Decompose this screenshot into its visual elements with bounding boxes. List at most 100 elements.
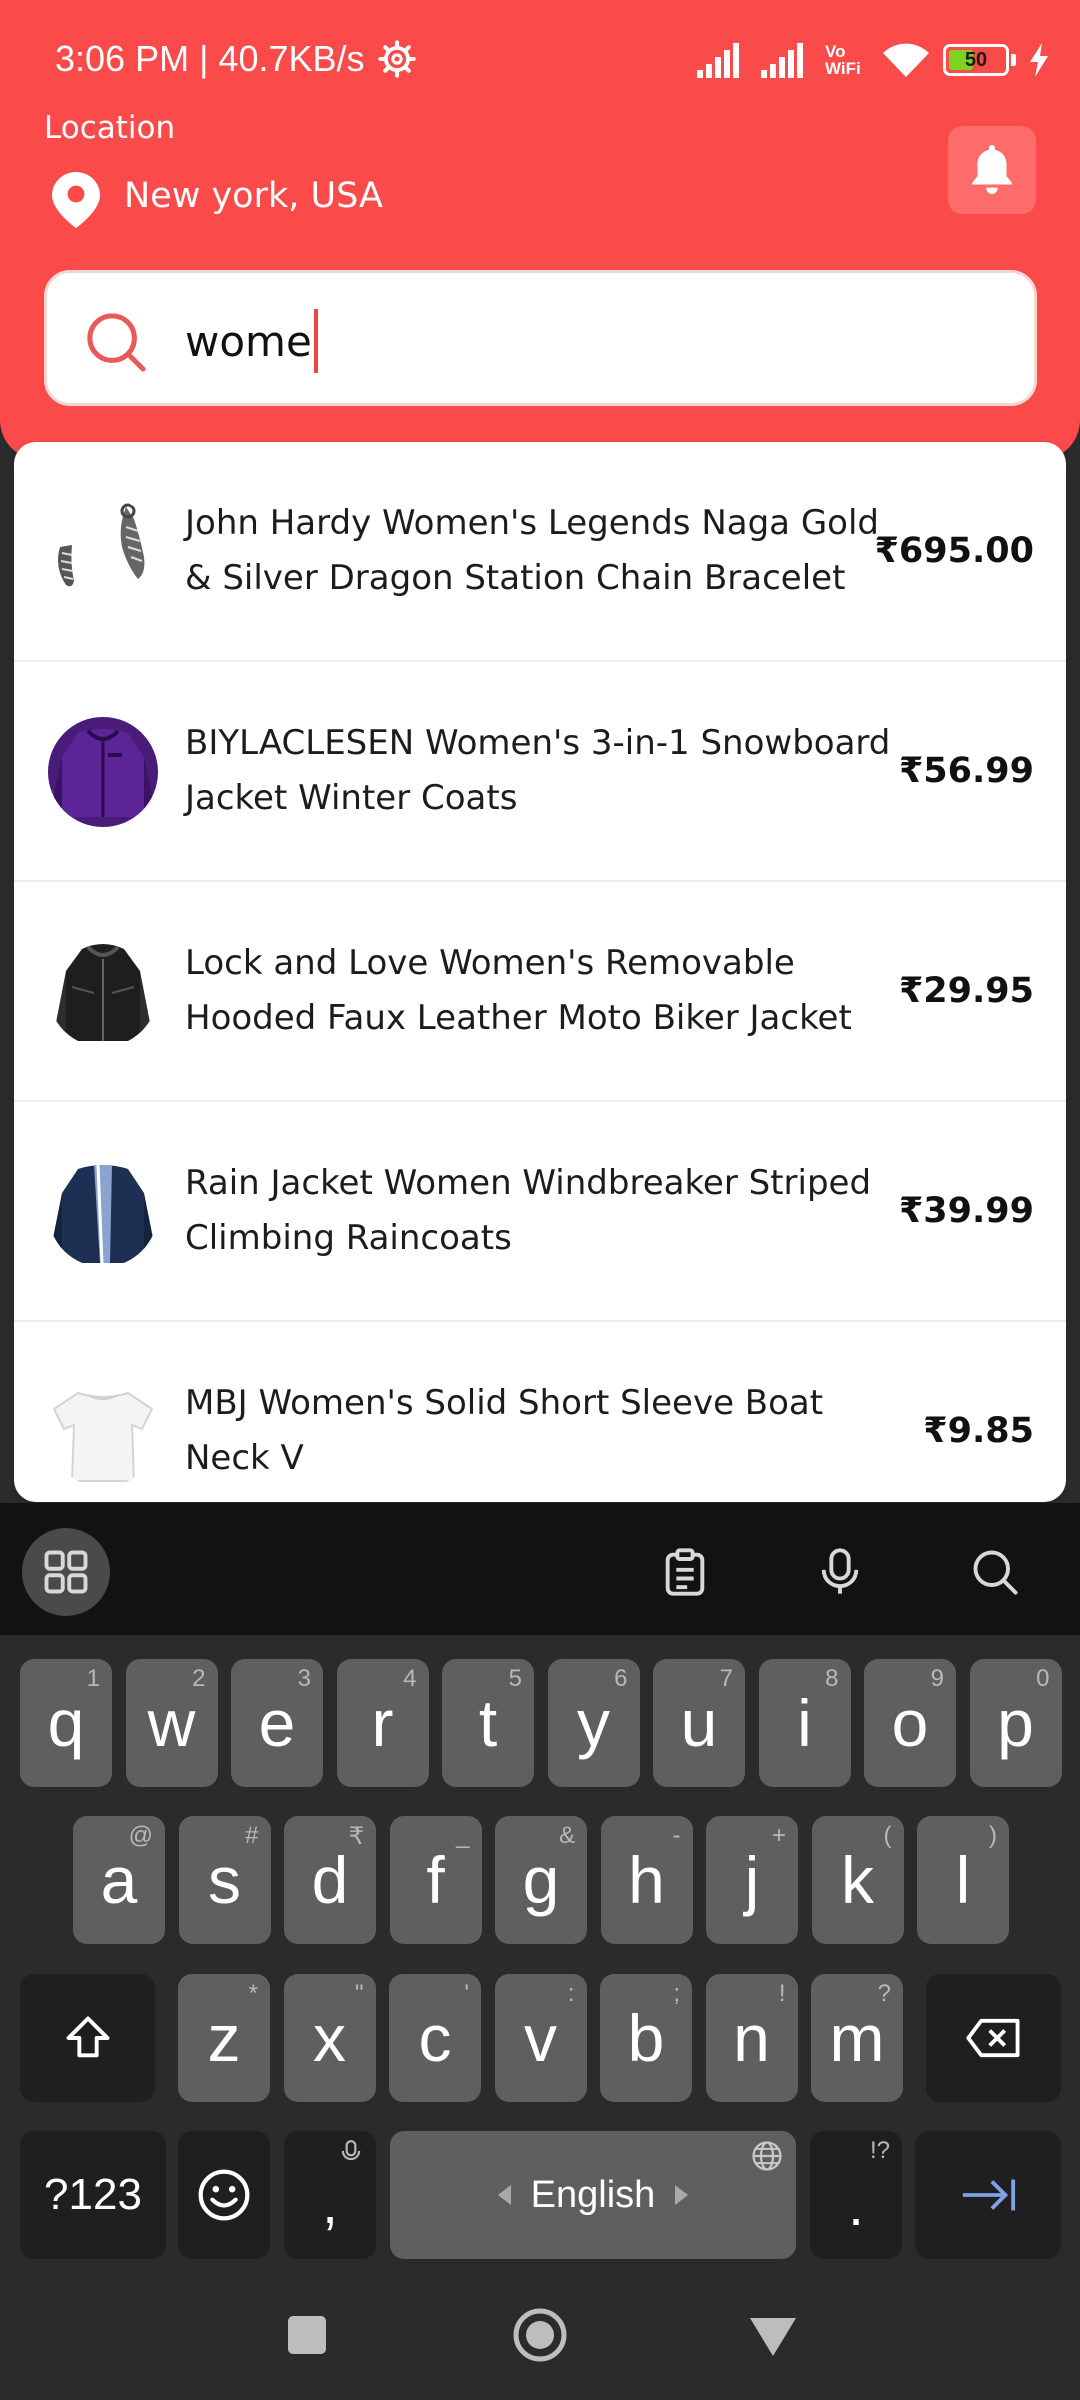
emoji-icon xyxy=(198,2169,250,2221)
key-hint: * xyxy=(248,1980,258,2007)
shift-key[interactable] xyxy=(20,1974,155,2102)
keyboard-apps-button[interactable] xyxy=(22,1528,110,1616)
key-hint: " xyxy=(354,1980,364,2007)
key-b[interactable]: b; xyxy=(600,1974,692,2102)
status-bar: 3:06 PM | 40.7KB/s Vo WiFi 50 xyxy=(0,0,1080,120)
battery-icon: 50 xyxy=(943,44,1009,76)
key-label: g xyxy=(522,1843,560,1917)
key-hint: ! xyxy=(778,1980,786,2007)
key-hint: ? xyxy=(877,1980,891,2007)
navy-raincoat-thumbnail xyxy=(48,1157,158,1267)
back-button[interactable] xyxy=(742,2304,804,2366)
key-label: t xyxy=(478,1686,498,1760)
purple-jacket-thumbnail xyxy=(48,717,158,827)
key-label: b xyxy=(627,2001,665,2075)
search-input[interactable]: wome xyxy=(185,303,318,379)
product-price: ₹56.99 xyxy=(898,751,1034,791)
list-item[interactable]: Lock and Love Women's Removable Hooded F… xyxy=(14,882,1066,1102)
key-p[interactable]: p0 xyxy=(969,1659,1062,1787)
next-arrow-icon xyxy=(962,2179,1016,2211)
key-o[interactable]: o9 xyxy=(864,1659,956,1787)
key-g[interactable]: g & xyxy=(495,1816,587,1944)
key-label: q xyxy=(47,1686,85,1760)
search-icon xyxy=(973,1550,1018,1595)
key-label: l xyxy=(955,1843,971,1917)
key-r[interactable]: r4 xyxy=(336,1659,429,1787)
key-i[interactable]: i8 xyxy=(758,1659,851,1787)
location-value[interactable]: New york, USA xyxy=(124,176,383,216)
list-item[interactable]: John Hardy Women's Legends Naga Gold & S… xyxy=(14,442,1066,662)
product-title: MBJ Women's Solid Short Sleeve Boat Neck… xyxy=(185,1383,824,1478)
comma-key[interactable]: , xyxy=(284,2131,376,2259)
key-hint: + xyxy=(771,1822,786,1849)
key-hint: 6 xyxy=(614,1665,628,1692)
search-results-list: John Hardy Women's Legends Naga Gold & S… xyxy=(14,442,1066,1502)
key-f[interactable]: f _ xyxy=(389,1816,482,1944)
list-item[interactable]: BIYLACLESEN Women's 3-in-1 Snowboard Jac… xyxy=(14,662,1066,882)
key-s[interactable]: s # xyxy=(178,1816,271,1944)
key-hint: 1 xyxy=(86,1665,100,1692)
key-hint: 7 xyxy=(719,1665,733,1692)
notifications-button[interactable] xyxy=(948,126,1036,214)
key-m[interactable]: m? xyxy=(811,1974,903,2102)
key-label: h xyxy=(628,1843,665,1917)
recent-apps-button[interactable] xyxy=(276,2304,338,2366)
list-item[interactable]: MBJ Women's Solid Short Sleeve Boat Neck… xyxy=(14,1322,1066,1502)
search-icon xyxy=(87,313,146,372)
key-t[interactable]: t5 xyxy=(442,1659,534,1787)
key-l[interactable]: l) xyxy=(917,1816,1009,1944)
list-item[interactable]: Rain Jacket Women Windbreaker Striped Cl… xyxy=(14,1102,1066,1322)
search-input-value: wome xyxy=(185,316,312,366)
key-label: w xyxy=(147,1686,196,1760)
search-bar[interactable]: wome xyxy=(44,270,1037,406)
bell-icon xyxy=(972,145,1012,195)
key-v[interactable]: v: xyxy=(494,1974,587,2102)
enter-key[interactable] xyxy=(915,2131,1061,2259)
key-k[interactable]: k( xyxy=(811,1816,904,1944)
emoji-key[interactable] xyxy=(178,2131,270,2259)
backspace-key[interactable] xyxy=(926,1974,1061,2102)
home-button[interactable] xyxy=(509,2304,571,2366)
key-label: i xyxy=(797,1686,812,1760)
space-key[interactable]: English xyxy=(390,2131,796,2259)
key-label: m xyxy=(829,2001,885,2075)
key-hint: ' xyxy=(464,1980,469,2007)
key-hint: - xyxy=(672,1822,681,1849)
bracelet-thumbnail xyxy=(48,497,158,607)
key-c[interactable]: c ' xyxy=(389,1974,481,2102)
key-label: r xyxy=(371,1686,394,1760)
key-hint: : xyxy=(567,1980,575,2007)
key-hint: ₹ xyxy=(348,1823,364,1850)
key-h[interactable]: h- xyxy=(600,1816,693,1944)
vowifi-indicator: Vo WiFi xyxy=(825,42,861,78)
product-price: ₹695.00 xyxy=(874,531,1034,571)
key-label: p xyxy=(997,1686,1034,1760)
signal-icon xyxy=(697,43,739,78)
key-z[interactable]: z * xyxy=(178,1974,270,2102)
key-e[interactable]: e3 xyxy=(231,1659,323,1787)
period-key[interactable]: . !? xyxy=(810,2131,902,2259)
key-label: e xyxy=(258,1686,296,1760)
key-label: x xyxy=(313,2001,346,2075)
key-hint: # xyxy=(245,1822,259,1849)
key-label: c xyxy=(418,2001,452,2075)
location-pin-icon xyxy=(52,172,100,228)
clipboard-button[interactable] xyxy=(641,1528,729,1616)
key-j[interactable]: j + xyxy=(706,1816,798,1944)
key-y[interactable]: y6 xyxy=(547,1659,640,1787)
key-a[interactable]: a @ xyxy=(73,1816,165,1944)
key-w[interactable]: w2 xyxy=(125,1659,218,1787)
symbols-key[interactable]: ?123 xyxy=(20,2131,166,2259)
gear-icon xyxy=(378,40,416,78)
product-price: ₹39.99 xyxy=(898,1191,1034,1231)
key-n[interactable]: n! xyxy=(705,1974,798,2102)
keyboard-search-button[interactable] xyxy=(951,1528,1039,1616)
voice-input-button[interactable] xyxy=(796,1528,884,1616)
key-u[interactable]: u7 xyxy=(653,1659,745,1787)
key-label: v xyxy=(524,2001,557,2075)
key-d[interactable]: d ₹ xyxy=(284,1816,376,1944)
key-q[interactable]: q1 xyxy=(20,1659,112,1787)
key-hint: ) xyxy=(989,1822,997,1849)
key-x[interactable]: x " xyxy=(283,1974,376,2102)
backspace-icon xyxy=(965,2018,1019,2058)
